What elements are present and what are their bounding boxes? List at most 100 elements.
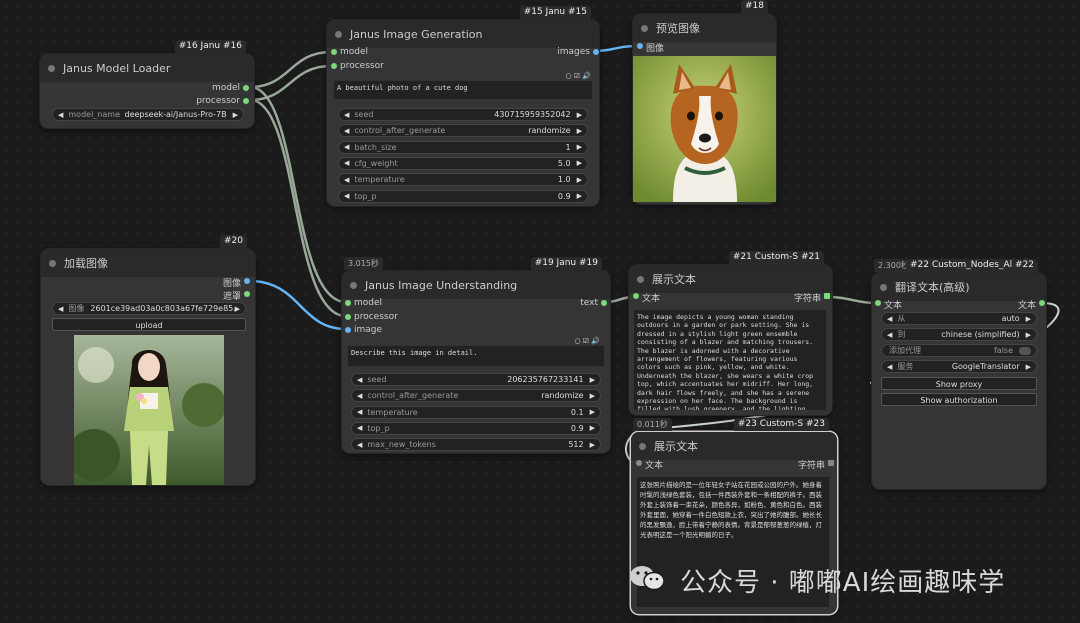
output-text[interactable]: text	[580, 298, 607, 308]
output-mask[interactable]: 遮罩	[223, 289, 250, 302]
output-pin[interactable]	[243, 85, 249, 91]
upload-button[interactable]: upload	[52, 318, 246, 331]
collapse-dot-icon[interactable]	[335, 30, 342, 38]
toggle-switch[interactable]	[1019, 346, 1031, 355]
input-model[interactable]: model	[331, 47, 368, 57]
input-model[interactable]: model	[345, 298, 382, 308]
widget-temperature[interactable]: ◀ temperature 1.0 ▶	[338, 173, 588, 187]
right-arrow-icon[interactable]: ▶	[577, 143, 582, 151]
output-pin[interactable]	[593, 49, 599, 55]
collapse-dot-icon[interactable]	[641, 24, 648, 32]
right-arrow-icon[interactable]: ▶	[590, 441, 595, 449]
widget-batch-size[interactable]: ◀ batch_size 1 ▶	[338, 140, 588, 154]
input-pin[interactable]	[633, 293, 639, 299]
widget-seed[interactable]: ◀ seed 206235767233141 ▶	[351, 373, 601, 386]
janus-image-generation-node[interactable]: #15 Janu #15 Janus Image Generation mode…	[327, 6, 599, 206]
output-image[interactable]: 图像	[223, 276, 250, 289]
output-pin[interactable]	[244, 278, 250, 284]
collapse-dot-icon[interactable]	[48, 64, 55, 72]
output-string[interactable]: 字符串	[794, 291, 830, 304]
output-pin[interactable]	[828, 460, 834, 466]
right-arrow-icon[interactable]: ▶	[577, 176, 582, 184]
model-name-combo[interactable]: ◀ model_name deepseek-ai/Janus-Pro-7B ▶	[52, 108, 244, 121]
show-authorization-button[interactable]: Show authorization	[881, 393, 1037, 406]
right-arrow-icon[interactable]: ▶	[577, 159, 582, 167]
node-header[interactable]: 预览图像	[633, 14, 776, 42]
output-pin[interactable]	[601, 300, 607, 306]
right-arrow-icon[interactable]: ▶	[1026, 331, 1031, 339]
show-text-node-21[interactable]: #21 Custom-S #21 展示文本 文本 字符串 The image d…	[629, 251, 832, 415]
prompt-textarea[interactable]: Describe this image in detail.	[347, 345, 605, 367]
load-image-node[interactable]: #20 加载图像 图像 遮罩 ◀ 图像 2601ce39ad03a0c803a6…	[41, 235, 255, 485]
right-arrow-icon[interactable]: ▶	[590, 376, 595, 384]
output-pin[interactable]	[1039, 300, 1045, 306]
output-pin[interactable]	[824, 293, 830, 299]
janus-image-understanding-node[interactable]: 3.015秒 #19 Janu #19 Janus Image Understa…	[342, 257, 610, 453]
node-header[interactable]: Janus Image Generation	[327, 20, 599, 48]
show-proxy-button[interactable]: Show proxy	[881, 377, 1037, 390]
widget-temperature[interactable]: ◀ temperature 0.1 ▶	[351, 405, 601, 419]
widget-max-new-tokens[interactable]: ◀ max_new_tokens 512 ▶	[351, 438, 601, 452]
widget-cfg-weight[interactable]: ◀ cfg_weight 5.0 ▶	[338, 156, 588, 170]
right-arrow-icon[interactable]: ▶	[590, 408, 595, 416]
input-text[interactable]: 文本	[875, 298, 902, 311]
input-text[interactable]: 文本	[633, 291, 660, 304]
node-header[interactable]: 展示文本	[629, 265, 832, 293]
input-image[interactable]: image	[345, 325, 382, 335]
service-combo[interactable]: ◀ 服务 GoogleTranslator ▶	[881, 360, 1037, 373]
collapse-dot-icon[interactable]	[637, 275, 644, 283]
node-header[interactable]: 翻译文本(高级)	[872, 273, 1046, 301]
widget-control-after-generate[interactable]: ◀ control_after_generate randomize ▶	[338, 124, 588, 138]
input-pin[interactable]	[331, 49, 337, 55]
input-pin[interactable]	[637, 43, 643, 49]
to-language-combo[interactable]: ◀ 到 chinese (simplified) ▶	[881, 328, 1037, 341]
output-string[interactable]: 字符串	[798, 458, 834, 471]
right-arrow-icon[interactable]: ▶	[590, 392, 595, 400]
input-pin[interactable]	[345, 327, 351, 333]
widget-control-after-generate[interactable]: ◀ control_after_generate randomize ▶	[351, 389, 601, 403]
output-pin[interactable]	[244, 291, 250, 297]
right-arrow-icon[interactable]: ▶	[577, 127, 582, 135]
collapse-dot-icon[interactable]	[639, 442, 646, 450]
input-pin[interactable]	[345, 314, 351, 320]
input-text[interactable]: 文本	[636, 458, 663, 471]
translate-text-node[interactable]: 2.300秒 #22 Custom_Nodes_Al #22 翻译文本(高级) …	[872, 259, 1046, 489]
from-language-combo[interactable]: ◀ 从 auto ▶	[881, 312, 1037, 325]
collapse-dot-icon[interactable]	[350, 281, 357, 289]
node-header[interactable]: Janus Model Loader	[40, 54, 254, 82]
result-textarea[interactable]: The image depicts a young woman standing…	[633, 309, 827, 411]
input-processor[interactable]: processor	[331, 61, 384, 71]
preview-image-node[interactable]: #18 预览图像 图像	[633, 0, 776, 204]
output-processor[interactable]: processor	[196, 96, 249, 106]
input-pin[interactable]	[331, 63, 337, 69]
right-arrow-icon[interactable]: ▶	[577, 192, 582, 200]
janus-model-loader-node[interactable]: #16 Janu #16 Janus Model Loader model pr…	[40, 40, 254, 128]
widget-top-p[interactable]: ◀ top_p 0.9 ▶	[338, 189, 588, 203]
widget-top-p[interactable]: ◀ top_p 0.9 ▶	[351, 421, 601, 435]
output-text[interactable]: 文本	[1018, 298, 1045, 311]
prompt-toolbar-icons[interactable]: ○ ☑ 🔊	[565, 72, 591, 80]
collapse-dot-icon[interactable]	[49, 259, 56, 267]
input-pin[interactable]	[636, 460, 642, 466]
prompt-toolbar-icons[interactable]: ○ ☑ 🔊	[574, 337, 600, 345]
add-proxy-toggle[interactable]: 添加代理 false	[881, 344, 1037, 357]
node-header[interactable]: Janus Image Understanding	[342, 271, 610, 299]
input-processor[interactable]: processor	[345, 312, 398, 322]
right-arrow-icon[interactable]: ▶	[1026, 315, 1031, 323]
right-arrow-icon[interactable]: ▶	[590, 424, 595, 432]
input-image[interactable]: 图像	[637, 41, 664, 54]
node-header[interactable]: 加载图像	[41, 249, 255, 277]
prompt-textarea[interactable]: A beautiful photo of a cute dog	[333, 80, 593, 100]
output-images[interactable]: images	[557, 47, 599, 57]
widget-seed[interactable]: ◀ seed 430715959352042 ▶	[338, 108, 588, 121]
input-pin[interactable]	[345, 300, 351, 306]
collapse-dot-icon[interactable]	[880, 283, 887, 291]
right-arrow-icon[interactable]: ▶	[235, 305, 240, 313]
output-model[interactable]: model	[212, 83, 249, 93]
right-arrow-icon[interactable]: ▶	[233, 111, 238, 119]
output-pin[interactable]	[243, 98, 249, 104]
input-pin[interactable]	[875, 300, 881, 306]
right-arrow-icon[interactable]: ▶	[577, 111, 582, 119]
right-arrow-icon[interactable]: ▶	[1026, 363, 1031, 371]
image-combo[interactable]: ◀ 图像 2601ce39ad03a0c803a67fe729e85... ▶	[52, 302, 246, 315]
